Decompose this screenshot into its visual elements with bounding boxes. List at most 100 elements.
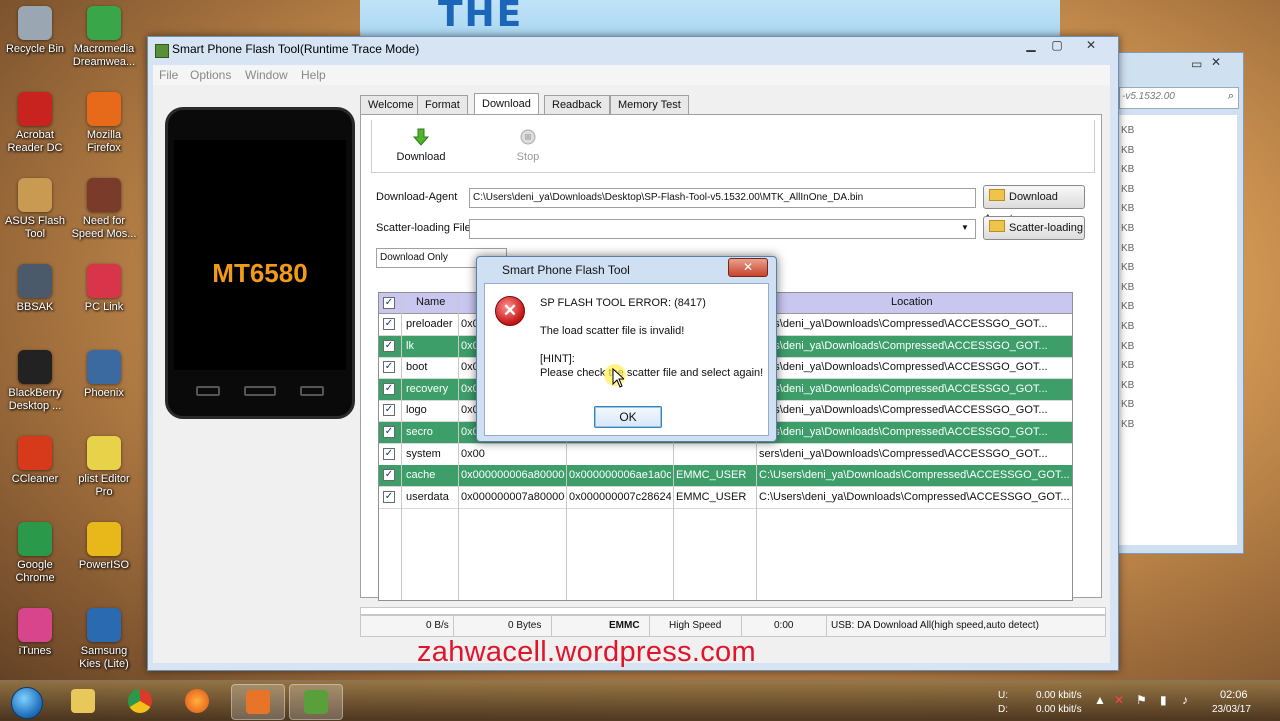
desktop-icon-label: Acrobat Reader DC bbox=[7, 129, 63, 154]
cell-end: 0x000000006ae1a0cf bbox=[569, 469, 671, 482]
menu-options[interactable]: Options bbox=[190, 68, 231, 82]
desktop-icon[interactable]: BBSAK bbox=[0, 264, 70, 314]
select-all-checkbox[interactable]: ✓ bbox=[383, 297, 395, 309]
desktop-icon[interactable]: Acrobat Reader DC bbox=[0, 92, 70, 155]
cell-name: logo bbox=[406, 404, 427, 417]
taskbar-firefox[interactable] bbox=[171, 684, 223, 718]
close-button[interactable]: ✕ bbox=[1078, 37, 1104, 54]
row-checkbox[interactable]: ✓ bbox=[383, 382, 395, 395]
stop-tool[interactable]: Stop bbox=[498, 128, 558, 163]
desktop-icon-label: BlackBerry Desktop ... bbox=[8, 387, 62, 412]
cell-name: cache bbox=[406, 469, 436, 482]
cell-name: boot bbox=[406, 361, 428, 374]
menu-key-icon bbox=[196, 386, 220, 396]
ok-button[interactable]: OK bbox=[594, 406, 662, 428]
explorer-search-box[interactable]: -v5.1532.00 ⌕ bbox=[1119, 87, 1239, 109]
home-key-icon bbox=[244, 386, 276, 396]
app-icon bbox=[87, 6, 121, 40]
desktop-icon-label: Macromedia Dreamwea... bbox=[72, 43, 136, 68]
desktop-icon[interactable]: Google Chrome bbox=[0, 522, 70, 585]
signal-icon[interactable]: ▮ bbox=[1160, 693, 1167, 707]
taskbar-recorder[interactable] bbox=[231, 684, 285, 720]
cell-location: sers\deni_ya\Downloads\Compressed\ACCESS… bbox=[759, 361, 1048, 374]
cell-begin: 0x000000006a800000 bbox=[461, 469, 565, 482]
desktop-icon[interactable]: Recycle Bin bbox=[0, 6, 70, 56]
dialog-hint: Please check the scatter file and select… bbox=[540, 367, 764, 379]
tab-memory-test[interactable]: Memory Test bbox=[610, 95, 689, 114]
tab-readback[interactable]: Readback bbox=[544, 95, 610, 114]
chevron-up-icon[interactable]: ▲ bbox=[1094, 693, 1106, 707]
taskbar-flash-tool[interactable] bbox=[289, 684, 343, 720]
network-icon[interactable]: ✕ bbox=[1114, 693, 1124, 707]
app-icon bbox=[18, 436, 52, 470]
search-icon[interactable]: ⌕ bbox=[1228, 90, 1234, 103]
start-button[interactable] bbox=[2, 684, 52, 719]
desktop-icon[interactable]: iTunes bbox=[0, 608, 70, 658]
row-checkbox[interactable]: ✓ bbox=[383, 447, 395, 460]
toolbar: Download Stop bbox=[371, 120, 1095, 173]
desktop-icon[interactable]: BlackBerry Desktop ... bbox=[0, 350, 70, 413]
scatter-loading-button[interactable]: Scatter-loading bbox=[983, 216, 1085, 240]
dialog-close-button[interactable]: ✕ bbox=[728, 258, 768, 277]
desktop-icon[interactable]: Phoenix bbox=[69, 350, 139, 400]
desktop-icon[interactable]: PC Link bbox=[69, 264, 139, 314]
menu-window[interactable]: Window bbox=[245, 68, 288, 82]
row-checkbox[interactable]: ✓ bbox=[383, 361, 395, 374]
net-down-label: D: bbox=[998, 704, 1008, 715]
row-checkbox[interactable]: ✓ bbox=[383, 404, 395, 417]
app-icon bbox=[87, 92, 121, 126]
clock-time[interactable]: 02:06 bbox=[1220, 689, 1248, 701]
row-checkbox[interactable]: ✓ bbox=[383, 318, 395, 330]
download-label: Download bbox=[396, 151, 446, 163]
desktop-icon[interactable]: PowerISO bbox=[69, 522, 139, 572]
folder-icon bbox=[989, 220, 1005, 232]
clock-date[interactable]: 23/03/17 bbox=[1212, 704, 1251, 715]
taskbar-chrome[interactable] bbox=[114, 684, 166, 718]
download-tool[interactable]: Download bbox=[391, 128, 451, 163]
net-down-speed: 0.00 kbit/s bbox=[1036, 704, 1082, 715]
status-mode: High Speed bbox=[669, 620, 722, 631]
desktop-icon[interactable]: Need for Speed Mos... bbox=[69, 178, 139, 241]
desktop-icon[interactable]: CCleaner bbox=[0, 436, 70, 486]
table-row[interactable]: ✓ cache 0x000000006a800000 0x000000006ae1a0… bbox=[379, 465, 1072, 488]
tab-welcome[interactable]: Welcome bbox=[360, 95, 422, 114]
table-row[interactable]: ✓ userdata 0x000000007a800000 0x000000007c2… bbox=[379, 487, 1072, 509]
chevron-down-icon[interactable]: ▼ bbox=[961, 223, 969, 232]
download-agent-field[interactable]: C:\Users\deni_ya\Downloads\Desktop\SP-Fl… bbox=[469, 188, 976, 208]
file-size: KB bbox=[1121, 183, 1135, 195]
recorder-icon bbox=[246, 690, 270, 714]
row-checkbox[interactable]: ✓ bbox=[383, 339, 395, 352]
flag-icon[interactable]: ⚑ bbox=[1136, 693, 1147, 707]
volume-icon[interactable]: ♪ bbox=[1182, 693, 1188, 707]
scatter-file-field[interactable] bbox=[469, 219, 976, 239]
menu-help[interactable]: Help bbox=[301, 68, 326, 82]
desktop-icon[interactable]: plist Editor Pro bbox=[69, 436, 139, 499]
tab-format[interactable]: Format bbox=[417, 95, 468, 114]
download-agent-button[interactable]: Download Agent bbox=[983, 185, 1085, 225]
desktop-icon[interactable]: ASUS Flash Tool bbox=[0, 178, 70, 241]
status-speed: 0 B/s bbox=[426, 620, 449, 631]
close-icon[interactable]: ✕ bbox=[1211, 55, 1221, 69]
table-row[interactable]: ✓ system 0x00 sers\deni_ya\Downloads\Compre… bbox=[379, 444, 1072, 466]
row-checkbox[interactable]: ✓ bbox=[383, 426, 395, 438]
minimize-button[interactable]: ▁ bbox=[1018, 37, 1044, 54]
minimize-icon[interactable]: ▭ bbox=[1191, 57, 1202, 71]
file-size: KB bbox=[1121, 360, 1135, 372]
watermark: zahwacell.wordpress.com bbox=[417, 636, 756, 668]
row-checkbox[interactable]: ✓ bbox=[383, 469, 395, 482]
explorer-search-text: -v5.1532.00 bbox=[1122, 91, 1175, 102]
taskbar-explorer[interactable] bbox=[57, 684, 109, 718]
progress-bar bbox=[360, 607, 1106, 615]
maximize-button[interactable]: ▢ bbox=[1044, 37, 1070, 54]
row-checkbox[interactable]: ✓ bbox=[383, 490, 395, 503]
desktop-icon[interactable]: Mozilla Firefox bbox=[69, 92, 139, 155]
tab-download[interactable]: Download bbox=[474, 93, 539, 115]
wallpaper-text: THE bbox=[438, 0, 524, 35]
menu-file[interactable]: File bbox=[159, 68, 178, 82]
app-icon bbox=[87, 178, 121, 212]
explorer-window[interactable]: -v5.1532.00 ⌕ ▭ ✕ ? KBKBKBKBKBKBKBKBKBKB… bbox=[1110, 52, 1244, 554]
app-icon bbox=[87, 522, 121, 556]
app-icon bbox=[155, 44, 169, 58]
desktop-icon[interactable]: Macromedia Dreamwea... bbox=[69, 6, 139, 69]
desktop-icon[interactable]: Samsung Kies (Lite) bbox=[69, 608, 139, 671]
